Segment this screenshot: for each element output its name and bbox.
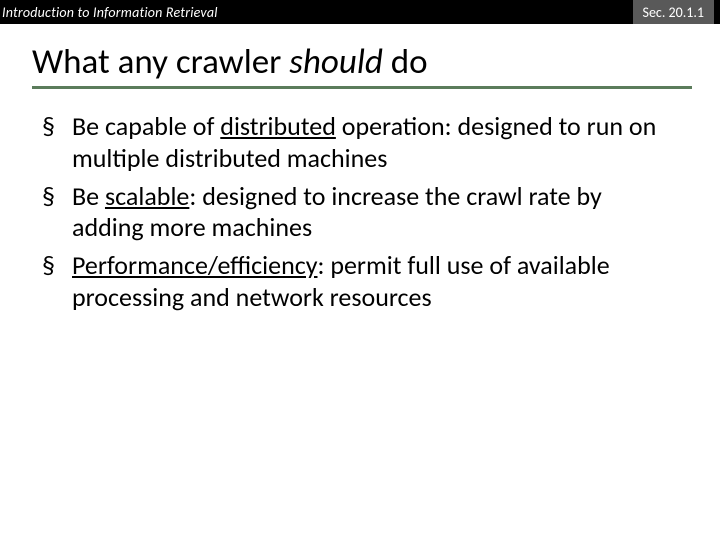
bullet-list: Be capable of distributed operation: des… — [42, 111, 678, 313]
slide-title: What any crawler should do — [32, 42, 692, 82]
list-item: Be scalable: designed to increase the cr… — [42, 181, 678, 244]
header-source: Introduction to Information Retrieval — [2, 4, 218, 21]
section-label: Sec. 20.1.1 — [633, 0, 714, 24]
bullet-underline: distributed — [220, 110, 336, 142]
list-item: Be capable of distributed operation: des… — [42, 111, 678, 174]
title-prefix: What any crawler — [32, 41, 289, 83]
bullet-underline: scalable — [105, 180, 189, 212]
bullet-pre: Be capable of — [72, 110, 220, 142]
title-rule — [32, 86, 692, 89]
slide-header: Introduction to Information Retrieval Se… — [0, 0, 720, 24]
title-suffix: do — [383, 41, 428, 83]
title-block: What any crawler should do — [0, 24, 720, 93]
bullet-pre: Be — [72, 180, 105, 212]
slide: Introduction to Information Retrieval Se… — [0, 0, 720, 540]
list-item: Performance/efficiency: permit full use … — [42, 250, 678, 313]
slide-body: Be capable of distributed operation: des… — [0, 93, 720, 319]
title-emph: should — [289, 41, 383, 83]
bullet-underline: Performance/efficiency — [72, 249, 318, 281]
